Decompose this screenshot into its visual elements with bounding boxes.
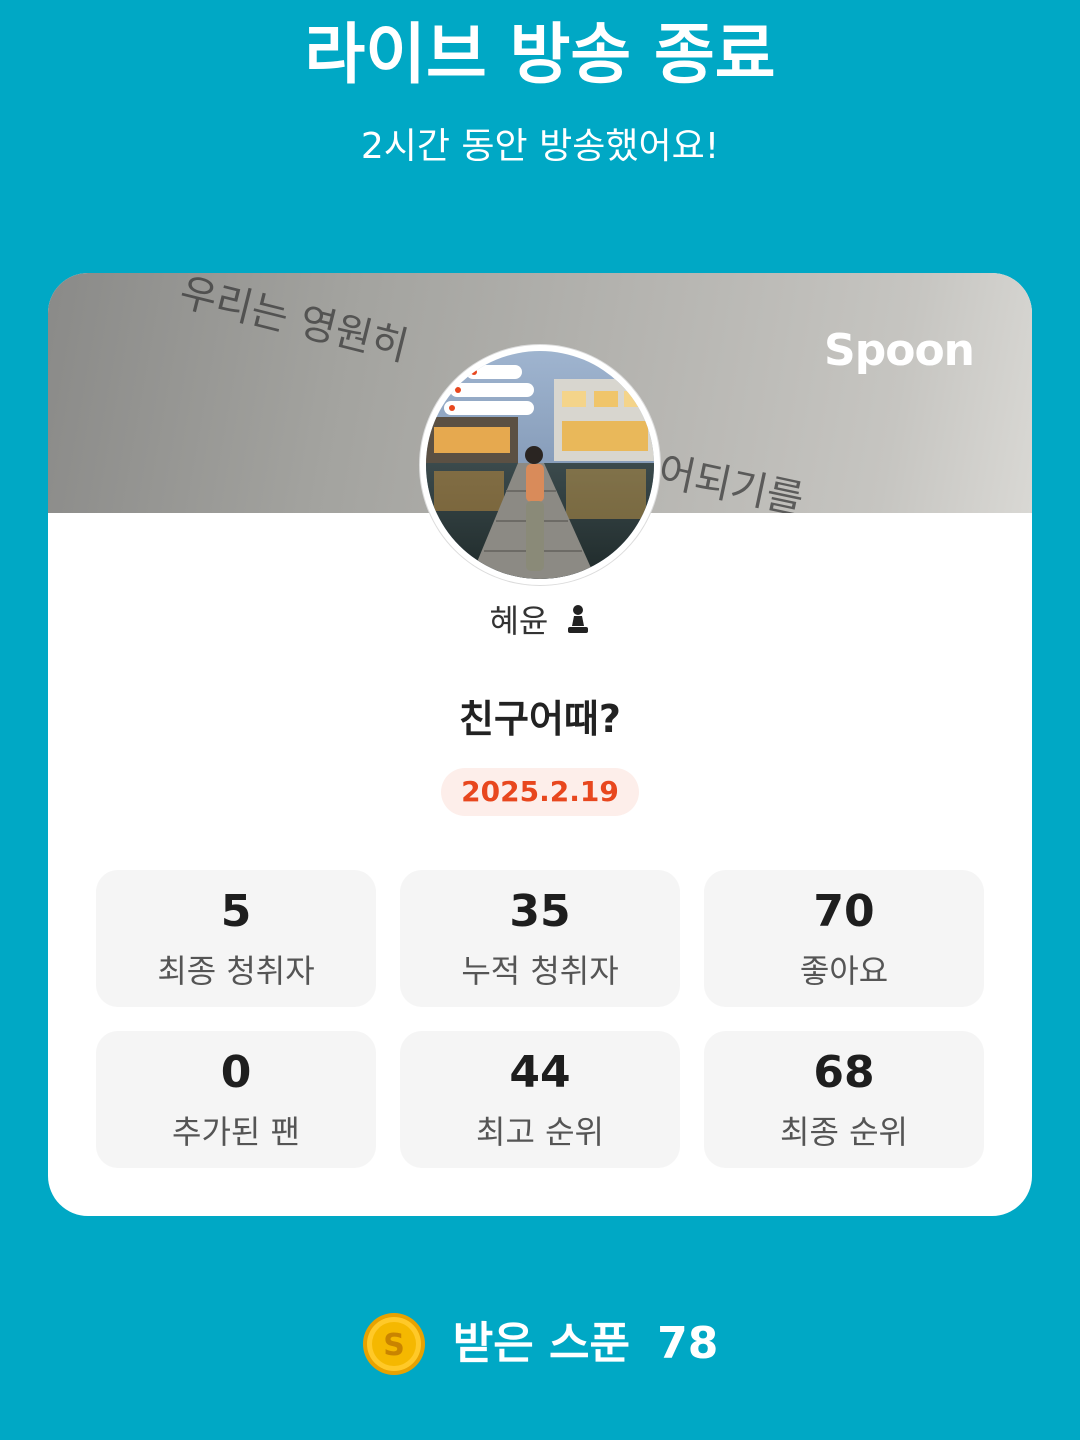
streamer-name-text: 혜윤	[489, 602, 549, 640]
date-badge-wrap: 2025.2.19	[48, 768, 1032, 816]
stat-final-listeners: 5 최종 청취자	[96, 870, 376, 1007]
stat-label: 누적 청취자	[461, 952, 619, 990]
broadcast-title: 친구어때?	[459, 697, 621, 741]
spoon-count: 78	[657, 1318, 719, 1369]
date-badge: 2025.2.19	[441, 768, 639, 816]
stat-label: 최종 청취자	[157, 952, 315, 990]
stat-value: 70	[813, 886, 875, 937]
broadcast-duration: 2시간 동안 방송했어요!	[360, 126, 720, 167]
stat-best-rank: 44 최고 순위	[400, 1031, 680, 1168]
stat-value: 0	[220, 1047, 252, 1098]
stat-label: 좋아요	[799, 952, 889, 990]
cover-handwriting-text: 어되기를	[653, 448, 808, 513]
spoon-coin-icon: S	[362, 1312, 426, 1376]
stat-value: 68	[813, 1047, 875, 1098]
stat-final-rank: 68 최종 순위	[704, 1031, 984, 1168]
avatar-photo	[426, 351, 654, 579]
broadcast-summary-card: 우리는 영원히 어되기를 Spoon 혜윤 친구어때? 2025.2.19 5 …	[48, 273, 1032, 1216]
stat-new-fans: 0 추가된 팬	[96, 1031, 376, 1168]
stat-label: 최종 순위	[780, 1113, 908, 1151]
stat-value: 44	[509, 1047, 571, 1098]
chess-pawn-icon	[565, 600, 591, 646]
avatar	[420, 345, 660, 585]
stat-label: 최고 순위	[476, 1113, 604, 1151]
stat-value: 35	[509, 886, 571, 937]
stat-likes: 70 좋아요	[704, 870, 984, 1007]
stat-value: 5	[220, 886, 252, 937]
streamer-name: 혜윤	[48, 598, 1032, 646]
spoon-label: 받은 스푼	[452, 1318, 630, 1369]
svg-text:S: S	[383, 1328, 405, 1363]
cover-handwriting-text: 우리는 영원히	[174, 273, 413, 371]
page-title: 라이브 방송 종료	[304, 16, 776, 93]
spoon-logo: Spoon	[824, 325, 975, 376]
stat-total-listeners: 35 누적 청취자	[400, 870, 680, 1007]
stat-label: 추가된 팬	[172, 1113, 300, 1151]
received-spoons: S 받은 스푼 78	[0, 1312, 1080, 1382]
